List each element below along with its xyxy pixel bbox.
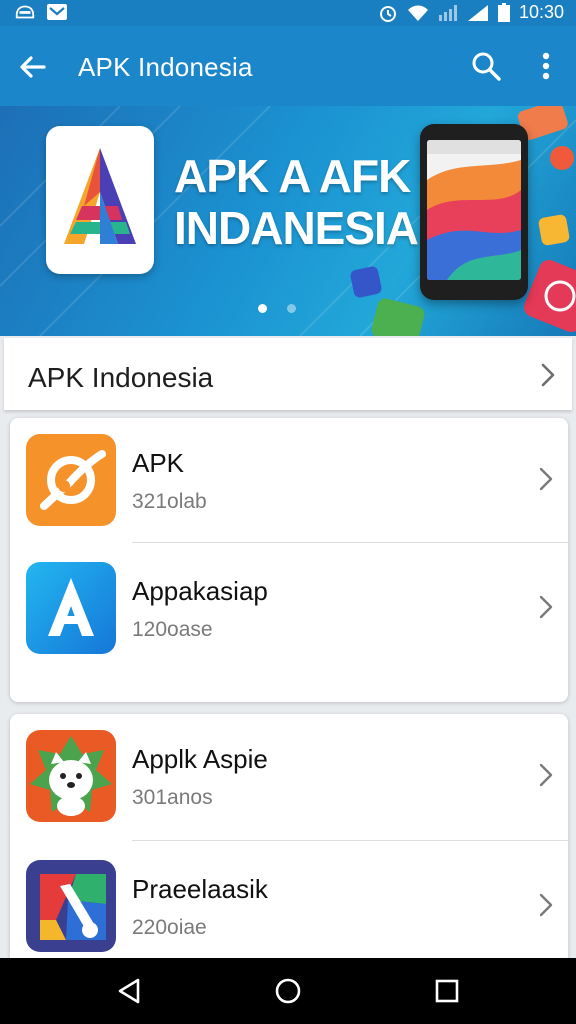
status-right: 10:30 [377, 2, 564, 23]
battery-icon [497, 2, 510, 22]
nav-back-icon[interactable] [114, 976, 144, 1006]
app-subtitle: 220oiae [132, 916, 207, 939]
wifi-icon [407, 5, 428, 21]
chevron-right-icon [541, 363, 555, 387]
nav-recents-icon[interactable] [432, 976, 462, 1006]
search-icon[interactable] [470, 50, 502, 82]
banner-app-logo [46, 126, 154, 274]
blue-a-icon [26, 562, 116, 654]
status-left [14, 2, 68, 22]
chevron-right-icon [539, 467, 553, 491]
signal-full-icon [467, 4, 488, 21]
banner-headline-line1: APK A AFK [174, 150, 411, 202]
orange-brush-icon [26, 434, 116, 526]
colorful-tool-icon [26, 860, 116, 952]
phone-wallpaper-icon [427, 140, 521, 280]
signal-icon [438, 4, 457, 21]
nav-home-icon[interactable] [273, 976, 303, 1006]
banner-headline: APK A AFK INDANESIA [174, 150, 419, 254]
app-subtitle: 301anos [132, 786, 213, 809]
app-subtitle: 120oase [132, 618, 213, 641]
dog-sticker-icon [26, 730, 116, 822]
more-vert-icon[interactable] [535, 50, 557, 82]
phone-illustration [420, 124, 528, 300]
chevron-right-icon [539, 595, 553, 619]
app-icon-graphic [26, 860, 116, 952]
app-name: Applk Aspie [132, 744, 268, 774]
list-item[interactable]: Praeelaasik 220oiae [10, 844, 568, 964]
section-header[interactable]: APK Indonesia [4, 338, 572, 410]
app-list-card: APK 321olab Appakasiap 120oase [10, 418, 568, 702]
apk-a-logo-icon [64, 148, 136, 244]
chevron-right-icon [539, 893, 553, 917]
status-bar: 10:30 [0, 0, 576, 26]
chevron-right-icon [539, 763, 553, 787]
alarm-icon [379, 5, 396, 22]
app-list-card: Applk Aspie 301anos Praeelaasik 220oiae [10, 714, 568, 964]
page-dot-active[interactable] [258, 304, 267, 313]
list-divider [132, 542, 568, 543]
app-name: APK [132, 448, 185, 478]
mail-icon [47, 4, 67, 20]
list-item[interactable]: Applk Aspie 301anos [10, 714, 568, 838]
list-item[interactable]: Appakasiap 120oase [10, 546, 568, 670]
banner-headline-line2: INDANESIA [174, 202, 419, 254]
list-divider [132, 840, 568, 841]
page-dot[interactable] [287, 304, 296, 313]
app-icon-graphic [26, 730, 116, 822]
section-title: APK Indonesia [28, 362, 214, 393]
app-name: Appakasiap [132, 576, 268, 606]
app-icon-graphic [26, 434, 116, 526]
status-time: 10:30 [518, 2, 564, 22]
app-subtitle: 321olab [132, 490, 207, 513]
gamepad-icon [15, 5, 35, 19]
system-nav-bar [0, 958, 576, 1024]
back-arrow-icon[interactable] [16, 50, 50, 84]
phone-screen [427, 140, 521, 280]
app-icon-graphic [26, 562, 116, 654]
promo-banner[interactable]: APK A AFK INDANESIA [0, 106, 576, 336]
app-name: Praeelaasik [132, 874, 268, 904]
list-item[interactable]: APK 321olab [10, 418, 568, 542]
app-bar: APK Indonesia [0, 26, 576, 106]
page-title: APK Indonesia [78, 52, 253, 82]
banner-page-indicator [258, 304, 296, 313]
